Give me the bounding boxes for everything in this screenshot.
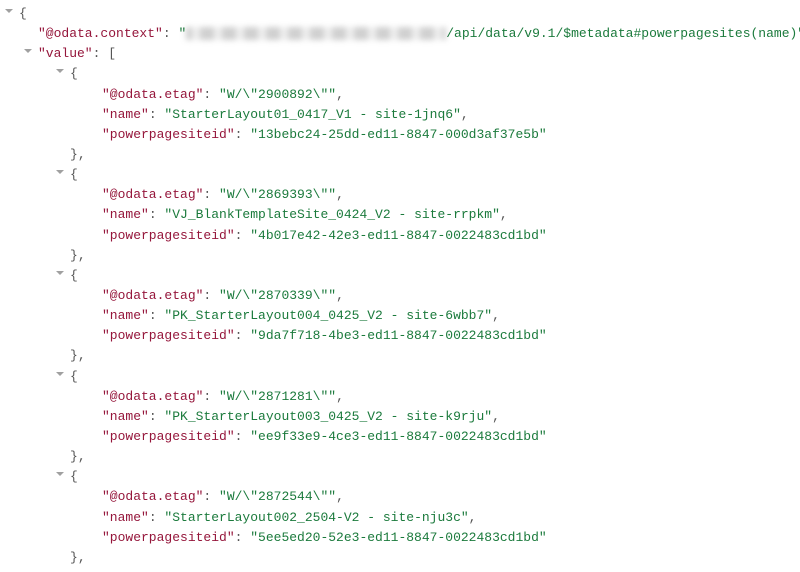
brace-open: {: [70, 268, 78, 283]
collapse-toggle-record[interactable]: [55, 169, 66, 180]
json-key: "@odata.etag": [102, 87, 203, 102]
json-string: "PK_StarterLayout003_0425_V2 - site-k9rj…: [164, 409, 492, 424]
json-string: /api/data/v9.1/$metadata#powerpagesites(…: [446, 26, 800, 41]
json-key: "powerpagesiteid": [102, 530, 235, 545]
json-string: "W/\"2900892\"": [219, 87, 336, 102]
brace-open: {: [70, 469, 78, 484]
brace-open: {: [70, 66, 78, 81]
json-string: "W/\"2870339\"": [219, 288, 336, 303]
json-key: "name": [102, 409, 149, 424]
json-string: "StarterLayout01_0417_V1 - site-1jnq6": [164, 107, 460, 122]
json-string: "VJ_BlankTemplateSite_0424_V2 - site-rrp…: [164, 207, 499, 222]
json-string: "W/\"2871281\"": [219, 389, 336, 404]
json-string: "PK_StarterLayout004_0425_V2 - site-6wbb…: [164, 308, 492, 323]
json-string: "4b017e42-42e3-ed11-8847-0022483cd1bd": [250, 228, 546, 243]
collapse-toggle-record[interactable]: [55, 68, 66, 79]
brace-close: }: [70, 449, 78, 464]
json-string: "W/\"2869393\"": [219, 187, 336, 202]
brace-close: }: [70, 348, 78, 363]
json-key: "@odata.etag": [102, 489, 203, 504]
brace-close: }: [70, 248, 78, 263]
collapse-toggle-record[interactable]: [55, 270, 66, 281]
brace-open: {: [19, 6, 27, 21]
json-key: "powerpagesiteid": [102, 328, 235, 343]
brace-open: {: [70, 369, 78, 384]
json-key: "@odata.etag": [102, 187, 203, 202]
json-string: "13bebc24-25dd-ed11-8847-000d3af37e5b": [250, 127, 546, 142]
json-string: "StarterLayout002_2504-V2 - site-nju3c": [164, 510, 468, 525]
json-key: "powerpagesiteid": [102, 228, 235, 243]
json-viewer: { "@odata.context": "/api/data/v9.1/$met…: [2, 4, 798, 568]
json-string: "9da7f718-4be3-ed11-8847-0022483cd1bd": [250, 328, 546, 343]
json-key: "name": [102, 207, 149, 222]
collapse-toggle-root[interactable]: [4, 8, 15, 19]
json-key: "value": [38, 46, 93, 61]
json-key: "powerpagesiteid": [102, 429, 235, 444]
json-key: "name": [102, 107, 149, 122]
collapse-toggle-record[interactable]: [55, 371, 66, 382]
json-key: "name": [102, 510, 149, 525]
collapse-toggle-record[interactable]: [55, 471, 66, 482]
brace-close: }: [70, 147, 78, 162]
redacted-url: [186, 27, 446, 40]
json-key: "@odata.context": [38, 26, 163, 41]
brace-close: }: [70, 550, 78, 565]
json-string: "5ee5ed20-52e3-ed11-8847-0022483cd1bd": [250, 530, 546, 545]
json-string: "ee9f33e9-4ce3-ed11-8847-0022483cd1bd": [250, 429, 546, 444]
json-key: "@odata.etag": [102, 288, 203, 303]
json-key: "@odata.etag": [102, 389, 203, 404]
brace-open: {: [70, 167, 78, 182]
collapse-toggle-value[interactable]: [23, 48, 34, 59]
json-key: "powerpagesiteid": [102, 127, 235, 142]
json-string: "W/\"2872544\"": [219, 489, 336, 504]
json-key: "name": [102, 308, 149, 323]
